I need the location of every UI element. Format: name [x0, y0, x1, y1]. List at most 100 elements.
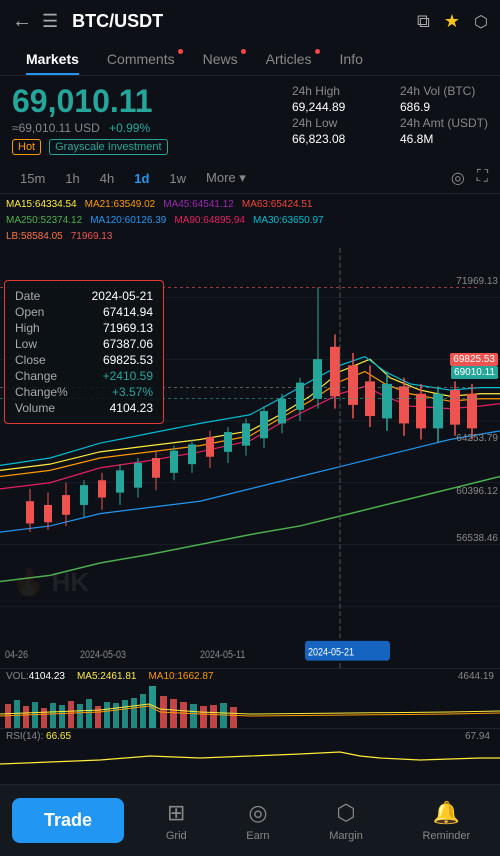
ohlc-low-row: Low 67387.06	[15, 337, 153, 351]
tf-15m[interactable]: 15m	[12, 168, 53, 189]
ma250: MA250:52374.12	[6, 213, 82, 229]
svg-text:2024-05-03: 2024-05-03	[80, 650, 126, 662]
rsi-chart	[0, 744, 500, 774]
margin-icon: ⬡	[336, 800, 355, 826]
nav-items: ⊞ Grid ◎ Earn ⬡ Margin 🔔 Reminder	[136, 800, 500, 842]
rsi-value: 66.65	[46, 731, 71, 742]
menu-icon[interactable]: ☰	[42, 11, 58, 32]
y-label-4: 60396.12	[456, 486, 498, 497]
fullscreen-icon[interactable]: ⛶	[477, 168, 488, 188]
ohlc-volume-value: 4104.23	[110, 401, 153, 415]
star-icon[interactable]: ★	[444, 11, 460, 32]
tab-markets[interactable]: Markets	[12, 43, 93, 75]
tab-news[interactable]: News	[189, 43, 252, 75]
ohlc-volume-row: Volume 4104.23	[15, 401, 153, 415]
nav-reminder[interactable]: 🔔 Reminder	[422, 800, 470, 842]
nav-margin[interactable]: ⬡ Margin	[329, 800, 363, 842]
price-right: 24h High 24h Vol (BTC) 69,244.89 686.9 2…	[292, 84, 488, 155]
ohlc-changepct-value: +3.57%	[112, 385, 153, 399]
y-label-3: 64253.79	[456, 433, 498, 444]
tab-articles-dot	[315, 49, 320, 54]
y-label-5: 56538.46	[456, 533, 498, 544]
ohlc-high-label: High	[15, 321, 40, 335]
low-24h-label: 24h Low	[292, 116, 380, 130]
rsi-right: 67.94	[465, 731, 490, 742]
price-sub: ≈69,010.11 USD +0.99%	[12, 121, 292, 135]
ohlc-volume-label: Volume	[15, 401, 55, 415]
vol-right: 4644.19	[458, 671, 494, 682]
back-icon[interactable]: ←	[12, 10, 32, 33]
grid-label: Grid	[166, 830, 187, 842]
ohlc-changepct-label: Change%	[15, 385, 68, 399]
tab-comments-dot	[178, 49, 183, 54]
ohlc-change-value: +2410.59	[103, 369, 153, 383]
price-change: +0.99%	[109, 121, 150, 135]
vol-btc-label: 24h Vol (BTC)	[400, 84, 488, 98]
ohlc-high-row: High 71969.13	[15, 321, 153, 335]
ma-row-3: LB:58584.05 71969.13	[6, 229, 494, 245]
margin-label: Margin	[329, 830, 363, 842]
ohlc-date-value: 2024-05-21	[92, 289, 153, 303]
tf-more[interactable]: More ▾	[198, 167, 254, 189]
ohlc-low-value: 67387.06	[103, 337, 153, 351]
rsi-area: RSI(14): 66.65 67.94	[0, 728, 500, 772]
ohlc-overlay: Date 2024-05-21 Open 67414.94 High 71969…	[4, 280, 164, 424]
tab-comments[interactable]: Comments	[93, 43, 189, 75]
chart-container[interactable]: 04-26 2024-05-03 2024-05-11 2024-05-21 7…	[0, 248, 500, 668]
svg-text:04-26: 04-26	[5, 650, 28, 662]
tf-4h[interactable]: 4h	[92, 168, 122, 189]
price-left: 69,010.11 ≈69,010.11 USD +0.99% Hot Gray…	[12, 84, 292, 155]
candlestick-icon[interactable]: ◎	[451, 168, 465, 188]
tf-1d[interactable]: 1d	[126, 168, 157, 189]
tab-articles[interactable]: Articles	[252, 43, 326, 75]
volume-area: VOL:4104.23 MA5:2461.81 MA10:1662.87 464…	[0, 668, 500, 728]
tf-1h[interactable]: 1h	[57, 168, 87, 189]
earn-icon: ◎	[248, 800, 267, 826]
ohlc-open-label: Open	[15, 305, 44, 319]
ohlc-open-value: 67414.94	[103, 305, 153, 319]
reminder-icon: 🔔	[433, 800, 460, 826]
reminder-label: Reminder	[422, 830, 470, 842]
volume-chart	[0, 684, 500, 728]
low-24h-value: 66,823.08	[292, 132, 380, 146]
y-label-1: 71969.13	[456, 276, 498, 287]
ma45: MA45:64541.12	[163, 197, 234, 213]
ohlc-open-row: Open 67414.94	[15, 305, 153, 319]
tag-grayscale: Grayscale Investment	[49, 139, 167, 155]
copy-icon[interactable]: ⧉	[417, 11, 430, 32]
share-icon[interactable]: ⬡	[474, 12, 488, 32]
svg-text:2024-05-21: 2024-05-21	[308, 647, 354, 659]
svg-text:2024-05-11: 2024-05-11	[200, 650, 246, 662]
lb-indicator: LB:58584.05	[6, 229, 63, 245]
timeframe-bar: 15m 1h 4h 1d 1w More ▾ ◎ ⛶	[0, 163, 500, 194]
ma63: MA63:65424.51	[242, 197, 313, 213]
ohlc-low-label: Low	[15, 337, 37, 351]
vol-label: VOL:4104.23	[6, 671, 65, 682]
nav-earn[interactable]: ◎ Earn	[246, 800, 269, 842]
ma-row-2: MA250:52374.12 MA120:60126.39 MA90:64895…	[6, 213, 494, 229]
high-24h-label: 24h High	[292, 84, 380, 98]
ohlc-date-row: Date 2024-05-21	[15, 289, 153, 303]
ohlc-close-label: Close	[15, 353, 46, 367]
vol-indicators: VOL:4104.23 MA5:2461.81 MA10:1662.87 464…	[0, 669, 500, 684]
hot-tags: Hot Grayscale Investment	[12, 139, 292, 155]
ma-indicators: MA15:64334.54 MA21:63549.02 MA45:64541.1…	[0, 194, 500, 248]
trade-button[interactable]: Trade	[12, 798, 124, 843]
current-price-tag: 69010.11	[451, 366, 498, 379]
page-title: BTC/USDT	[72, 11, 407, 32]
vol-value: 4104.23	[29, 671, 65, 682]
tab-info[interactable]: Info	[326, 43, 377, 75]
tf-1w[interactable]: 1w	[161, 168, 194, 189]
ohlc-close-value: 69825.53	[103, 353, 153, 367]
high-24h-value: 69,244.89	[292, 100, 380, 114]
ma30: MA30:63650.97	[253, 213, 324, 229]
ohlc-close-row: Close 69825.53	[15, 353, 153, 367]
rsi-label: RSI(14): 66.65 67.94	[0, 729, 500, 744]
nav-grid[interactable]: ⊞ Grid	[166, 800, 187, 842]
nav-tabs: Markets Comments News Articles Info	[0, 43, 500, 76]
ohlc-date-label: Date	[15, 289, 40, 303]
lb-value: 71969.13	[71, 229, 113, 245]
tag-hot: Hot	[12, 139, 41, 155]
grid-icon: ⊞	[167, 800, 185, 826]
vol-btc-value: 686.9	[400, 100, 488, 114]
